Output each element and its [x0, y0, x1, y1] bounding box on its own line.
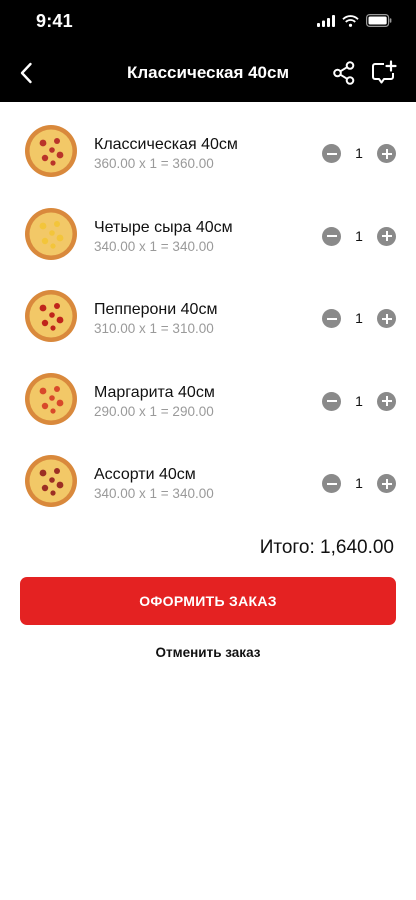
pizza-image	[25, 290, 77, 342]
order-item: Классическая 40см 360.00 x 1 = 360.00 1	[0, 112, 416, 195]
share-icon	[333, 61, 355, 85]
increase-button[interactable]	[377, 391, 396, 411]
quantity-stepper: 1	[322, 309, 398, 329]
status-bar: 9:41	[0, 0, 416, 44]
decrease-button[interactable]	[322, 144, 341, 163]
increase-button[interactable]	[377, 226, 396, 246]
item-price-calc: 340.00 x 1 = 340.00	[94, 486, 214, 501]
decrease-button[interactable]	[322, 391, 341, 411]
wifi-icon	[342, 14, 359, 27]
item-name: Маргарита 40см	[94, 383, 215, 401]
add-box-icon	[372, 60, 397, 84]
increase-button[interactable]	[377, 144, 396, 163]
item-price-calc: 310.00 x 1 = 310.00	[94, 321, 214, 336]
decrease-button[interactable]	[322, 309, 341, 328]
signal-icon	[317, 14, 335, 27]
battery-icon	[366, 14, 392, 27]
quantity-stepper: 1	[322, 144, 398, 164]
increase-button[interactable]	[377, 474, 396, 493]
checkout-button[interactable]: ОФОРМИТЬ ЗАКАЗ	[20, 577, 396, 625]
item-name: Четыре сыра 40см	[94, 218, 233, 236]
item-name: Пепперони 40см	[94, 301, 218, 318]
quantity-value: 1	[355, 227, 363, 244]
order-item: Ассорти 40см 340.00 x 1 = 340.00 1	[0, 442, 416, 525]
item-price-calc: 340.00 x 1 = 340.00	[94, 238, 214, 254]
quantity-value: 1	[355, 392, 363, 409]
item-name: Ассорти 40см	[94, 466, 196, 483]
add-to-list-button[interactable]	[370, 59, 398, 87]
quantity-stepper: 1	[322, 391, 398, 412]
decrease-button[interactable]	[322, 474, 341, 493]
order-total: Итого: 1,640.00	[259, 537, 394, 558]
order-item: Пепперони 40см 310.00 x 1 = 310.00 1	[0, 277, 416, 360]
nav-bar: Классическая 40см	[0, 44, 416, 102]
quantity-value: 1	[355, 475, 363, 491]
status-icons	[317, 14, 392, 27]
increase-button[interactable]	[377, 309, 396, 328]
item-price-calc: 290.00 x 1 = 290.00	[94, 403, 214, 419]
quantity-value: 1	[355, 310, 363, 326]
status-time: 9:41	[36, 11, 73, 31]
order-list: Классическая 40см 360.00 x 1 = 360.00 1 …	[0, 112, 416, 525]
item-price-calc: 360.00 x 1 = 360.00	[94, 156, 214, 171]
quantity-stepper: 1	[322, 226, 398, 247]
pizza-image	[25, 125, 77, 177]
quantity-value: 1	[355, 145, 363, 161]
quantity-stepper: 1	[322, 474, 398, 494]
order-item: Четыре сыра 40см 340.00 x 1 = 340.00 1	[0, 195, 416, 278]
decrease-button[interactable]	[322, 226, 341, 246]
pizza-image	[25, 372, 77, 425]
order-item: Маргарита 40см 290.00 x 1 = 290.00 1	[0, 360, 416, 443]
cancel-order-link[interactable]: Отменить заказ	[0, 645, 416, 660]
share-button[interactable]	[330, 59, 358, 87]
item-name: Классическая 40см	[94, 136, 238, 153]
pizza-image	[25, 207, 77, 260]
pizza-image	[25, 455, 77, 507]
